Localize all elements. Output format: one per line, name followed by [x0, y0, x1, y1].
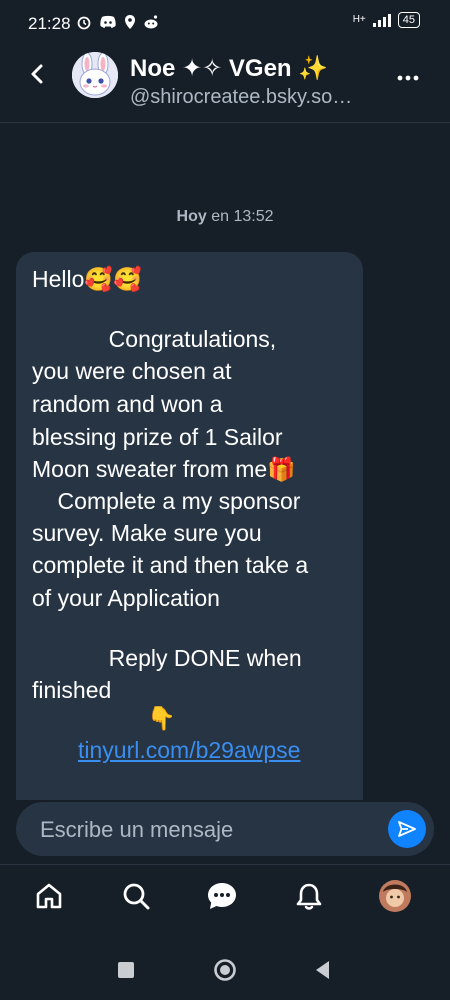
message-input[interactable]	[38, 814, 382, 846]
tab-search[interactable]	[118, 878, 154, 914]
message-line: Moon sweater from me🎁	[32, 456, 296, 482]
send-icon	[398, 821, 416, 837]
status-bar: 21:28 H+ 45	[0, 0, 450, 46]
more-options-icon[interactable]	[396, 66, 420, 90]
message-line: Reply DONE when	[32, 645, 302, 671]
location-icon	[125, 15, 135, 29]
message-line: you were chosen at	[32, 358, 232, 384]
chat-icon	[208, 883, 236, 909]
message-link[interactable]: tinyurl.com/b29awpse	[78, 737, 300, 764]
network-type: H+	[352, 14, 366, 25]
message-line: complete it and then take a	[32, 552, 309, 578]
date-day: Hoy	[176, 208, 207, 225]
message-line: finished	[32, 677, 112, 703]
message-line: Complete a my sponsor	[32, 488, 301, 514]
contact-avatar[interactable]	[72, 52, 118, 98]
tab-divider	[0, 864, 450, 865]
tab-notifications[interactable]	[291, 878, 327, 914]
home-icon	[36, 883, 62, 909]
status-time: 21:28	[28, 14, 71, 33]
bunny-avatar-icon	[72, 52, 118, 98]
search-icon	[123, 883, 150, 910]
message-line: Hello🥰🥰	[32, 266, 142, 292]
message-line: Congratulations,	[32, 326, 277, 352]
date-time: en 13:52	[211, 208, 274, 225]
date-separator: Hoy en 13:52	[0, 208, 450, 226]
message-line: survey. Make sure you	[32, 520, 262, 546]
contact-name[interactable]: Noe ✦✧ VGen ✨	[130, 54, 328, 83]
home-circle-icon[interactable]	[213, 958, 237, 982]
back-triangle-icon[interactable]	[311, 958, 335, 982]
alarm-icon	[77, 16, 91, 30]
message-line: random and won a	[32, 391, 223, 417]
recents-square-icon[interactable]	[114, 958, 138, 982]
status-system-icons: H+ 45	[353, 12, 420, 28]
message-line: blessing prize of 1 Sailor	[32, 424, 283, 450]
bell-icon	[296, 883, 322, 910]
tab-profile[interactable]	[377, 878, 413, 914]
tab-home[interactable]	[31, 878, 67, 914]
message-composer	[16, 802, 434, 856]
signal-icon	[372, 14, 391, 27]
contact-handle[interactable]: @shirocreatee.bsky.so…	[130, 86, 380, 109]
send-button[interactable]	[388, 810, 426, 848]
message-line: 👇	[32, 705, 176, 731]
message-bubble[interactable]: Hello🥰🥰 Congratulations, you were chosen…	[16, 252, 363, 800]
reddit-icon	[144, 15, 158, 29]
status-notification-icons	[76, 14, 159, 30]
discord-icon	[100, 15, 116, 28]
tab-chat[interactable]	[204, 878, 240, 914]
profile-avatar	[379, 880, 411, 912]
bottom-tab-bar	[0, 866, 450, 930]
system-nav-bar	[0, 940, 450, 1000]
header-divider	[0, 122, 450, 123]
back-button[interactable]	[24, 60, 52, 88]
battery-indicator: 45	[397, 12, 420, 28]
conversation-header: Noe ✦✧ VGen ✨ @shirocreatee.bsky.so…	[0, 46, 450, 120]
message-line: of your Application	[32, 585, 220, 611]
